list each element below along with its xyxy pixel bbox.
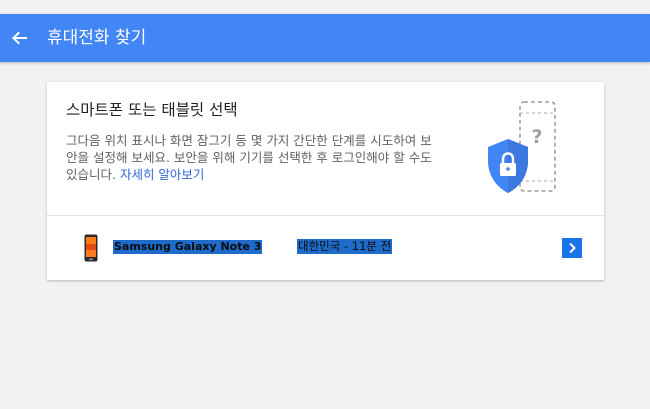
- open-device-button[interactable]: [562, 238, 582, 258]
- page-title: 휴대전화 찾기: [47, 28, 147, 48]
- app-bar: 휴대전화 찾기: [0, 14, 650, 62]
- device-row[interactable]: Samsung Galaxy Note 3 대한민국 - 11분 전: [47, 216, 604, 280]
- device-name: Samsung Galaxy Note 3: [113, 240, 263, 254]
- card-title: 스마트폰 또는 태블릿 선택: [66, 101, 238, 119]
- smartphone-icon: [84, 234, 98, 262]
- card-description: 그다음 위치 표시나 화면 잠그기 등 몇 가지 간단한 단계를 시도하여 보안…: [66, 132, 436, 183]
- phone-shield-lock-icon: ?: [482, 99, 562, 197]
- device-select-card: 스마트폰 또는 태블릿 선택 그다음 위치 표시나 화면 잠그기 등 몇 가지 …: [47, 82, 604, 280]
- device-status: 대한민국 - 11분 전: [297, 239, 393, 254]
- learn-more-link[interactable]: 자세히 알아보기: [120, 167, 204, 182]
- chevron-right-icon: [569, 242, 576, 254]
- svg-text:?: ?: [531, 126, 542, 148]
- back-button[interactable]: [6, 25, 32, 51]
- top-strip: [0, 0, 650, 14]
- arrow-back-icon: [12, 31, 27, 45]
